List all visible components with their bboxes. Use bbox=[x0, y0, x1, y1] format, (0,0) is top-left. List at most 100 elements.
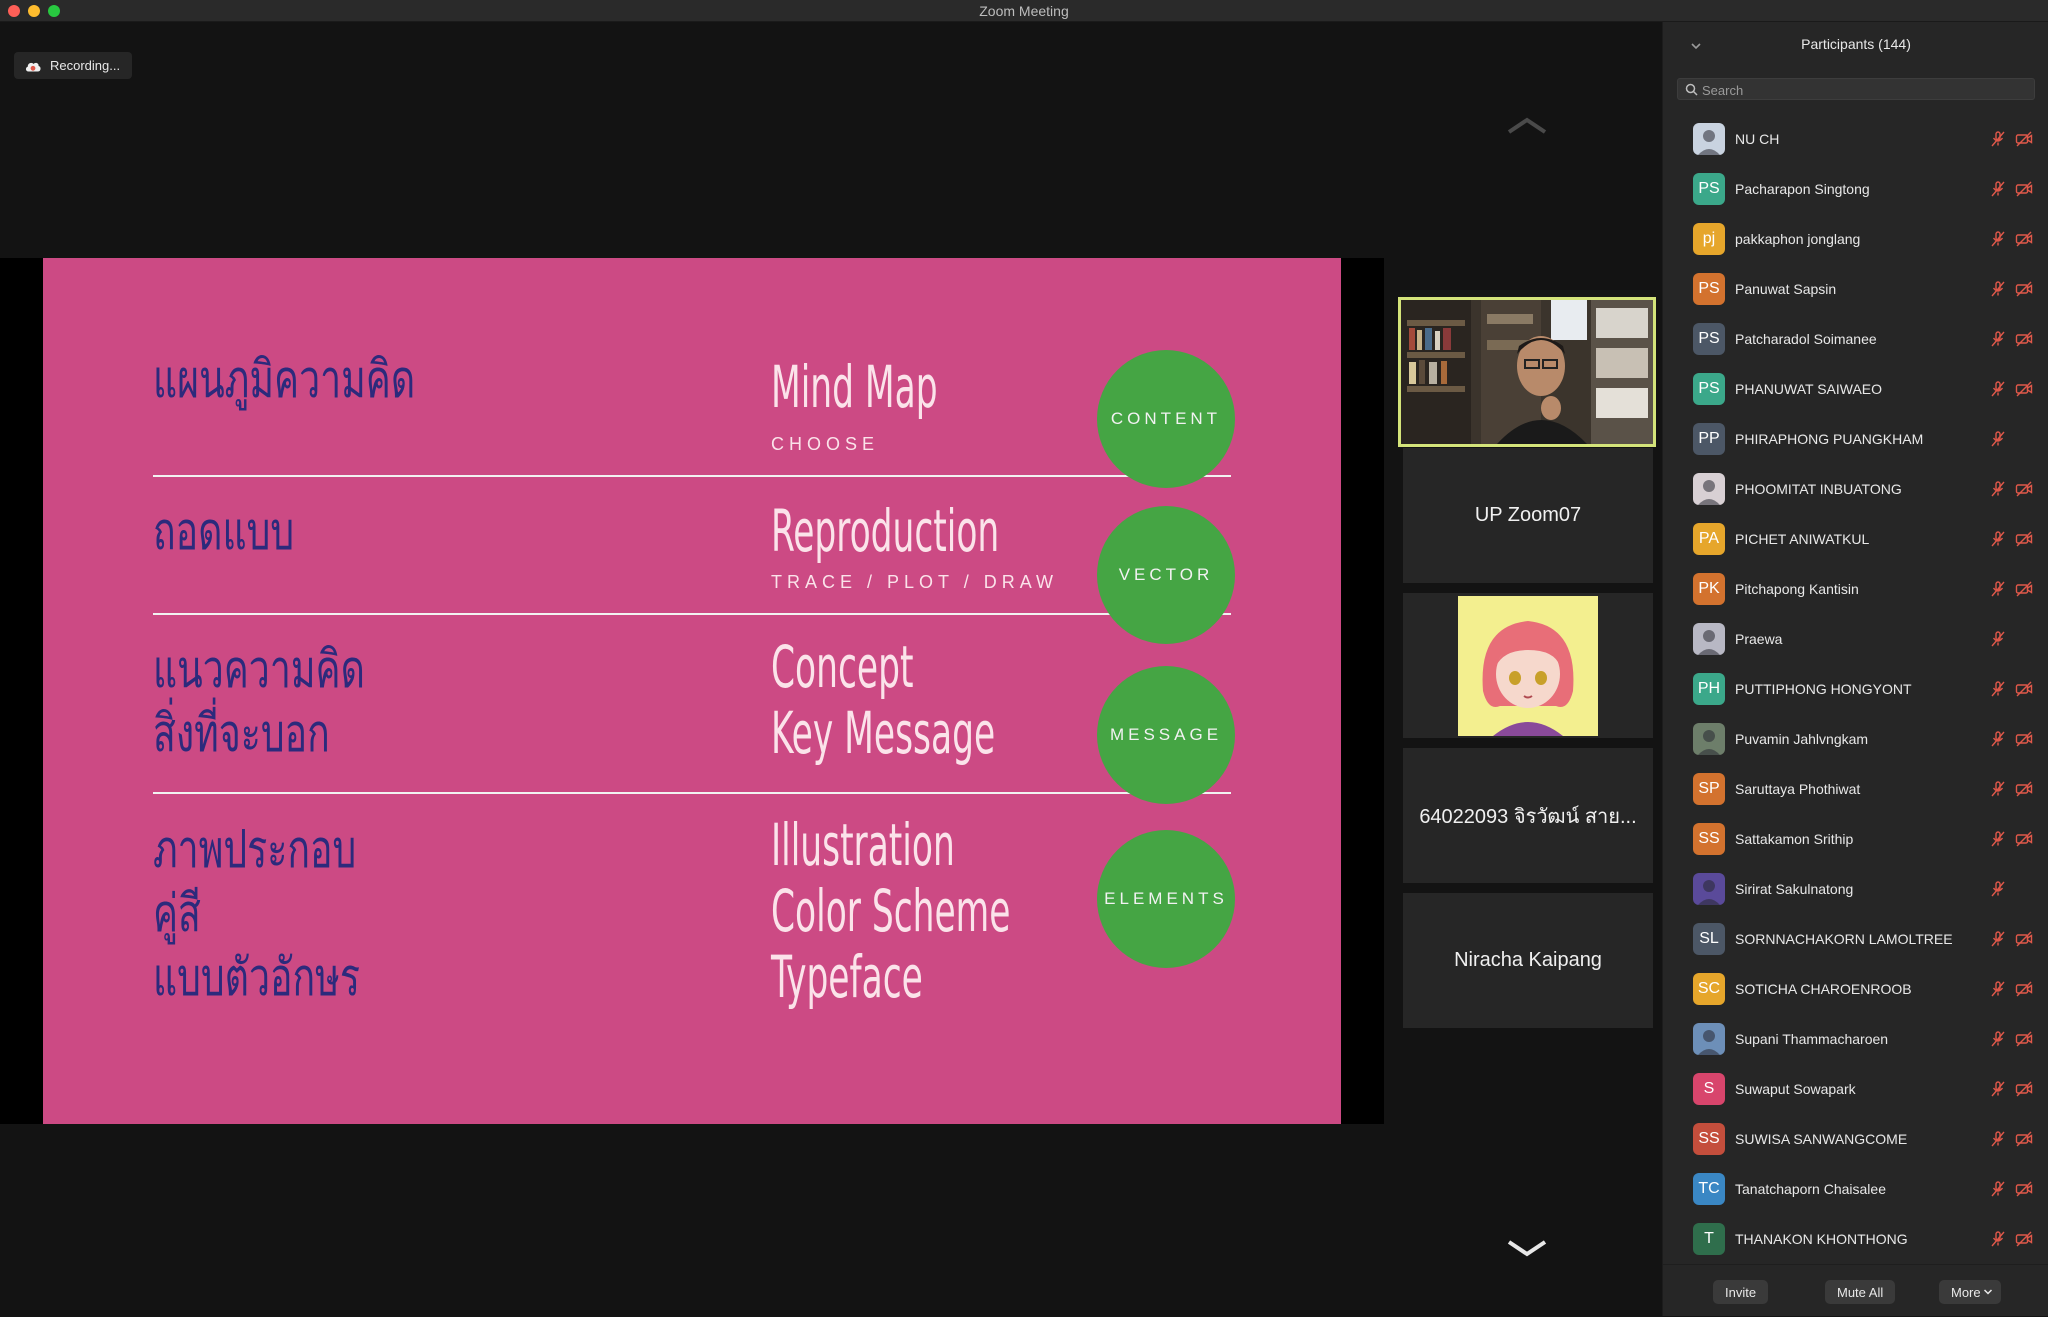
participant-name: Suwaput Sowapark bbox=[1735, 1081, 1856, 1097]
mic-muted-icon[interactable] bbox=[1989, 581, 2007, 597]
mic-muted-icon[interactable] bbox=[1989, 1181, 2007, 1197]
mic-muted-icon[interactable] bbox=[1989, 131, 2007, 147]
video-off-icon[interactable] bbox=[2015, 581, 2033, 597]
video-off-icon[interactable] bbox=[2015, 981, 2033, 997]
participant-row[interactable]: PHOOMITAT INBUATONG bbox=[1663, 464, 2048, 514]
participant-name: PHIRAPHONG PUANGKHAM bbox=[1735, 431, 1924, 447]
mic-muted-icon[interactable] bbox=[1989, 631, 2007, 647]
participant-name: Puvamin Jahlvngkam bbox=[1735, 731, 1869, 747]
mic-muted-icon[interactable] bbox=[1989, 1131, 2007, 1147]
video-off-icon[interactable] bbox=[2015, 681, 2033, 697]
mic-muted-icon[interactable] bbox=[1989, 381, 2007, 397]
mic-muted-icon[interactable] bbox=[1989, 781, 2007, 797]
video-off-icon[interactable] bbox=[2015, 931, 2033, 947]
mic-muted-icon[interactable] bbox=[1989, 981, 2007, 997]
participant-row[interactable]: Supani Thammacharoen bbox=[1663, 1014, 2048, 1064]
participant-row[interactable]: Praewa bbox=[1663, 614, 2048, 664]
slide-circle-message: MESSAGE bbox=[1097, 666, 1235, 804]
mic-muted-icon[interactable] bbox=[1989, 1031, 2007, 1047]
video-off-icon[interactable] bbox=[2015, 231, 2033, 247]
participant-search bbox=[1677, 78, 2035, 100]
video-off-icon[interactable] bbox=[2015, 531, 2033, 547]
mute-all-button[interactable]: Mute All bbox=[1825, 1280, 1896, 1304]
scroll-down-arrow-icon[interactable] bbox=[1505, 1234, 1549, 1264]
video-tile-up-zoom07[interactable]: UP Zoom07 bbox=[1403, 448, 1653, 583]
mic-muted-icon[interactable] bbox=[1989, 1081, 2007, 1097]
video-off-icon[interactable] bbox=[2015, 731, 2033, 747]
video-tile-avatar[interactable] bbox=[1403, 593, 1653, 738]
video-off-icon[interactable] bbox=[2015, 481, 2033, 497]
mic-muted-icon[interactable] bbox=[1989, 181, 2007, 197]
avatar: SS bbox=[1693, 1123, 1725, 1155]
recording-indicator[interactable]: Recording... bbox=[14, 52, 133, 79]
video-off-icon[interactable] bbox=[2015, 781, 2033, 797]
participant-row[interactable]: TC Tanatchaporn Chaisalee bbox=[1663, 1164, 2048, 1214]
mic-muted-icon[interactable] bbox=[1989, 881, 2007, 897]
video-off-icon[interactable] bbox=[2015, 331, 2033, 347]
participant-row[interactable]: PP PHIRAPHONG PUANGKHAM bbox=[1663, 414, 2048, 464]
search-icon bbox=[1685, 83, 1698, 96]
participant-name: pakkaphon jonglang bbox=[1735, 231, 1861, 247]
mic-muted-icon[interactable] bbox=[1989, 831, 2007, 847]
avatar-initials: T bbox=[1704, 1230, 1714, 1247]
participant-row[interactable]: pj pakkaphon jonglang bbox=[1663, 214, 2048, 264]
video-off-icon[interactable] bbox=[2015, 1031, 2033, 1047]
mic-muted-icon[interactable] bbox=[1989, 931, 2007, 947]
video-off-icon[interactable] bbox=[2015, 831, 2033, 847]
speaker-video-image bbox=[1401, 300, 1653, 444]
mic-muted-icon[interactable] bbox=[1989, 281, 2007, 297]
participant-name: PHANUWAT SAIWAEO bbox=[1735, 381, 1883, 397]
participant-row[interactable]: PS PHANUWAT SAIWAEO bbox=[1663, 364, 2048, 414]
mic-muted-icon[interactable] bbox=[1989, 531, 2007, 547]
mic-muted-icon[interactable] bbox=[1989, 231, 2007, 247]
participant-row[interactable]: SL SORNNACHAKORN LAMOLTREE bbox=[1663, 914, 2048, 964]
video-off-icon[interactable] bbox=[2015, 281, 2033, 297]
participant-name: Patcharadol Soimanee bbox=[1735, 331, 1877, 347]
participant-row[interactable]: SS Sattakamon Srithip bbox=[1663, 814, 2048, 864]
slide-english-label: Reproduction bbox=[771, 497, 1000, 565]
participant-row[interactable]: S Suwaput Sowapark bbox=[1663, 1064, 2048, 1114]
active-speaker-video-tile[interactable] bbox=[1398, 297, 1656, 447]
video-off-icon[interactable] bbox=[2015, 131, 2033, 147]
participant-row[interactable]: PS Pacharapon Singtong bbox=[1663, 164, 2048, 214]
participant-row[interactable]: Sirirat Sakulnatong bbox=[1663, 864, 2048, 914]
participants-list: NU CH PS Pacharapon Singtong pj pakkaphon jo… bbox=[1663, 114, 2048, 1264]
participant-row[interactable]: T THANAKON KHONTHONG bbox=[1663, 1214, 2048, 1264]
video-tile-student[interactable]: 64022093 จิรวัฒน์ สาย... bbox=[1403, 748, 1653, 883]
avatar-initials: SL bbox=[1699, 930, 1719, 947]
participant-row[interactable]: PS Patcharadol Soimanee bbox=[1663, 314, 2048, 364]
mic-muted-icon[interactable] bbox=[1989, 431, 2007, 447]
video-off-icon[interactable] bbox=[2015, 1081, 2033, 1097]
video-off-icon[interactable] bbox=[2015, 1231, 2033, 1247]
mic-muted-icon[interactable] bbox=[1989, 731, 2007, 747]
participant-name: PUTTIPHONG HONGYONT bbox=[1735, 681, 1912, 697]
participant-row[interactable]: PK Pitchapong Kantisin bbox=[1663, 564, 2048, 614]
video-off-icon[interactable] bbox=[2015, 181, 2033, 197]
participant-name: Niracha Kaipang bbox=[1454, 949, 1602, 971]
mic-muted-icon[interactable] bbox=[1989, 681, 2007, 697]
avatar-initials: SS bbox=[1698, 1130, 1720, 1147]
avatar: SC bbox=[1693, 973, 1725, 1005]
mic-muted-icon[interactable] bbox=[1989, 481, 2007, 497]
window-title: Zoom Meeting bbox=[979, 3, 1069, 19]
video-off-icon[interactable] bbox=[2015, 381, 2033, 397]
video-tile-niracha[interactable]: Niracha Kaipang bbox=[1403, 893, 1653, 1028]
participant-row[interactable]: SS SUWISA SANWANGCOME bbox=[1663, 1114, 2048, 1164]
participant-row[interactable]: PA PICHET ANIWATKUL bbox=[1663, 514, 2048, 564]
mic-muted-icon[interactable] bbox=[1989, 1231, 2007, 1247]
participant-row[interactable]: NU CH bbox=[1663, 114, 2048, 164]
participant-row[interactable]: PH PUTTIPHONG HONGYONT bbox=[1663, 664, 2048, 714]
participant-row[interactable]: PS Panuwat Sapsin bbox=[1663, 264, 2048, 314]
avatar-initials: SS bbox=[1698, 830, 1720, 847]
participant-name: UP Zoom07 bbox=[1474, 504, 1582, 526]
mic-muted-icon[interactable] bbox=[1989, 331, 2007, 347]
invite-button[interactable]: Invite bbox=[1713, 1280, 1769, 1304]
participant-row[interactable]: SP Saruttaya Phothiwat bbox=[1663, 764, 2048, 814]
video-off-icon[interactable] bbox=[2015, 1131, 2033, 1147]
scroll-up-arrow-icon[interactable] bbox=[1505, 112, 1549, 142]
participant-row[interactable]: Puvamin Jahlvngkam bbox=[1663, 714, 2048, 764]
video-off-icon[interactable] bbox=[2015, 1181, 2033, 1197]
more-button[interactable]: More bbox=[1939, 1280, 2001, 1304]
participant-row[interactable]: SC SOTICHA CHAROENROOB bbox=[1663, 964, 2048, 1014]
search-input[interactable] bbox=[1700, 80, 2024, 100]
